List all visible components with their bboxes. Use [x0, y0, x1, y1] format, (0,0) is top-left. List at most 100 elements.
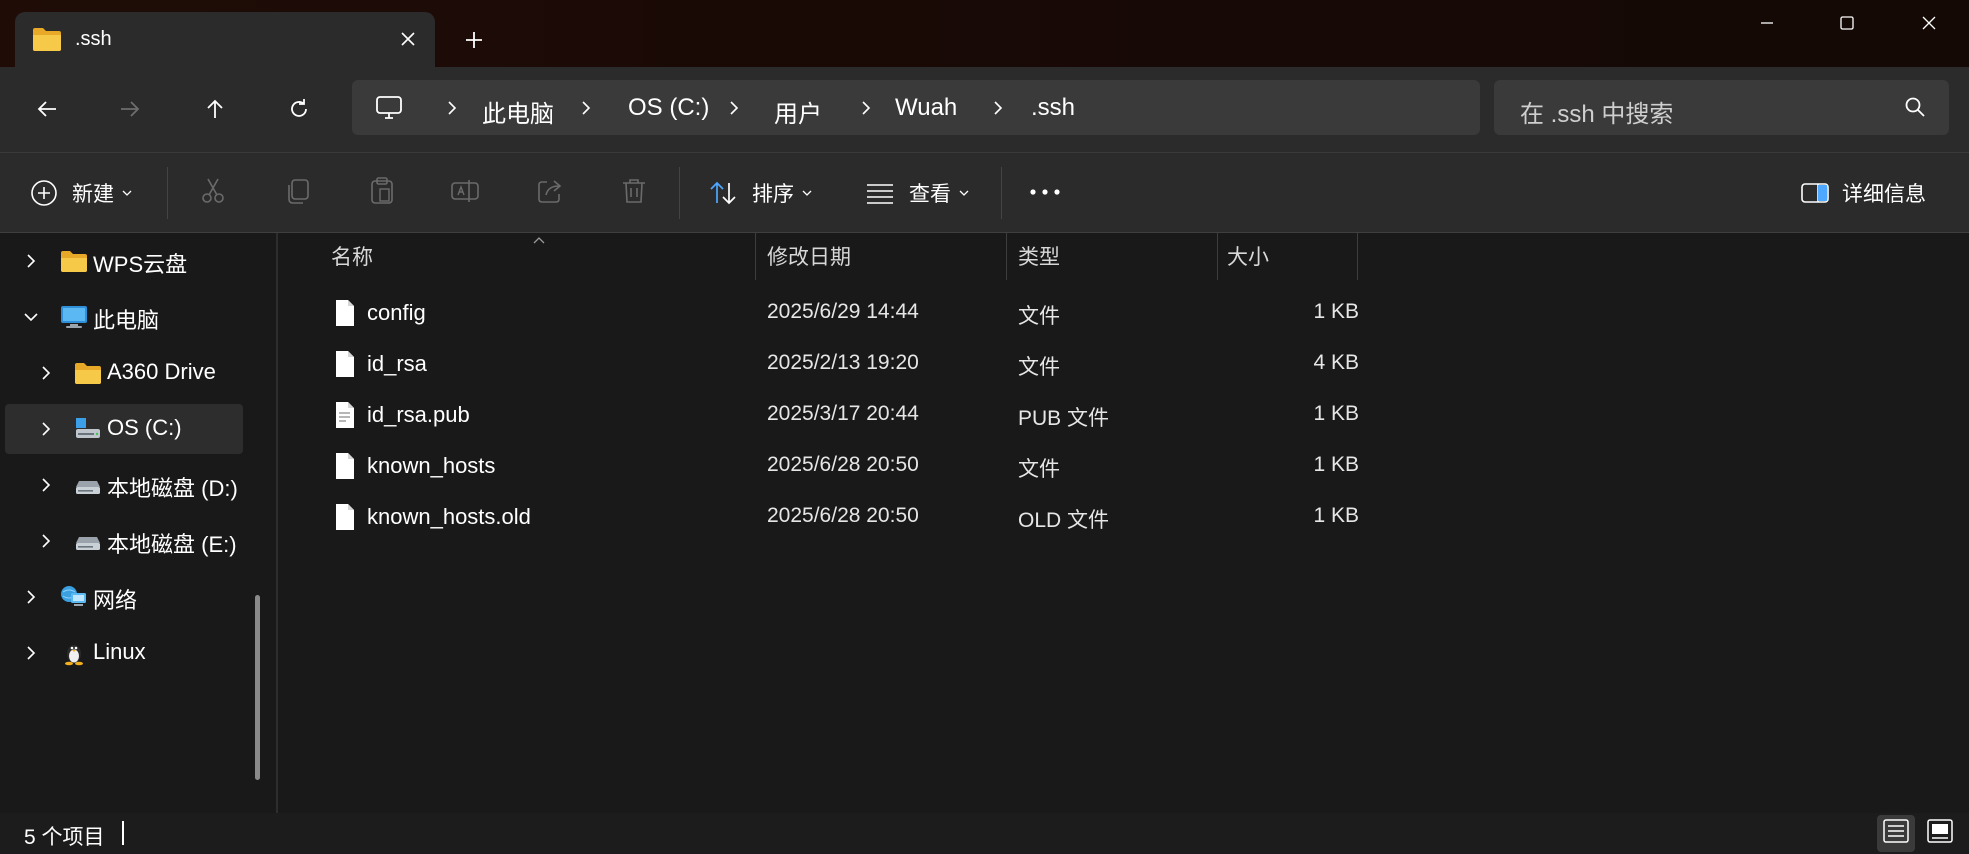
close-icon[interactable]: [395, 26, 421, 52]
delete-button[interactable]: [619, 171, 649, 215]
column-divider[interactable]: [755, 233, 756, 280]
breadcrumb-users[interactable]: 用户: [774, 94, 822, 129]
tree-label: A360 Drive: [107, 359, 216, 384]
more-button[interactable]: [1028, 171, 1062, 215]
refresh-icon[interactable]: [277, 87, 321, 131]
tab-title: .ssh: [75, 28, 112, 50]
chevron-right-icon[interactable]: [23, 589, 39, 605]
share-button[interactable]: [535, 171, 565, 215]
tab-ssh[interactable]: .ssh: [15, 12, 435, 67]
tree-item-linux[interactable]: Linux: [5, 628, 243, 678]
search-icon[interactable]: [1903, 95, 1929, 121]
chevron-right-icon[interactable]: [23, 253, 39, 269]
file-row[interactable]: known_hosts.old 2025/6/28 20:50 OLD 文件 1…: [298, 491, 1638, 542]
search-box[interactable]: 在 .ssh 中搜索: [1494, 80, 1949, 135]
view-label: 查看: [909, 183, 951, 206]
paste-button[interactable]: [367, 171, 397, 215]
column-divider[interactable]: [1217, 233, 1218, 280]
address-bar[interactable]: 此电脑 OS (C:) 用户 Wuah .ssh: [352, 80, 1480, 135]
breadcrumb-wuah[interactable]: Wuah: [895, 94, 957, 122]
plus-icon[interactable]: [458, 24, 490, 56]
details-view-button[interactable]: [1877, 815, 1915, 852]
file-row[interactable]: config 2025/6/29 14:44 文件 1 KB: [298, 287, 1638, 338]
sort-icon: [708, 179, 738, 207]
window-close-icon[interactable]: [1899, 4, 1959, 42]
back-arrow-icon[interactable]: [25, 87, 69, 131]
file-row[interactable]: id_rsa 2025/2/13 19:20 文件 4 KB: [298, 338, 1638, 389]
up-arrow-icon[interactable]: [193, 87, 237, 131]
tree-item-network[interactable]: 网络: [5, 572, 243, 622]
file-size: 1 KB: [1313, 300, 1359, 323]
copy-button[interactable]: [283, 171, 313, 215]
chevron-right-icon[interactable]: [38, 477, 54, 493]
tree-item-local-disk-d[interactable]: 本地磁盘 (D:): [5, 460, 243, 510]
copy-icon: [283, 176, 313, 211]
item-count: 5 个项目: [24, 826, 105, 849]
file-type: 文件: [1018, 356, 1060, 379]
file-icon: [334, 350, 356, 378]
drive-icon: [74, 472, 102, 498]
file-row[interactable]: id_rsa.pub 2025/3/17 20:44 PUB 文件 1 KB: [298, 389, 1638, 440]
column-header-size[interactable]: 大小: [1227, 241, 1269, 271]
navigation-scrollbar[interactable]: [255, 595, 260, 780]
forward-arrow-icon[interactable]: [108, 87, 152, 131]
file-row[interactable]: known_hosts 2025/6/28 20:50 文件 1 KB: [298, 440, 1638, 491]
minimize-icon[interactable]: [1737, 4, 1797, 42]
chevron-right-icon[interactable]: [38, 421, 54, 437]
column-header-date[interactable]: 修改日期: [767, 241, 851, 271]
view-list-icon: [865, 181, 895, 205]
rename-icon: [450, 176, 480, 211]
search-input[interactable]: 在 .ssh 中搜索: [1520, 94, 1673, 129]
details-pane-button[interactable]: 详细信息: [1800, 171, 1926, 215]
tree-item-this-pc[interactable]: 此电脑: [5, 292, 243, 342]
text-file-icon: [334, 401, 356, 429]
toolbar-divider: [167, 167, 168, 219]
new-button[interactable]: 新建: [30, 171, 132, 215]
new-label: 新建: [72, 183, 114, 206]
tree-item-local-disk-e[interactable]: 本地磁盘 (E:): [5, 516, 243, 566]
chevron-right-icon[interactable]: [38, 365, 54, 381]
folder-icon: [32, 26, 62, 52]
title-bar: .ssh: [0, 0, 1969, 67]
file-type: 文件: [1018, 305, 1060, 328]
toolbar-divider: [1001, 167, 1002, 219]
file-name: id_rsa: [367, 351, 427, 376]
chevron-down-icon[interactable]: [23, 309, 39, 325]
breadcrumb-ssh[interactable]: .ssh: [1031, 94, 1075, 122]
chevron-right-icon[interactable]: [23, 645, 39, 661]
details-label: 详细信息: [1842, 183, 1926, 206]
file-size: 4 KB: [1313, 351, 1359, 374]
thumbnail-view-icon: [1927, 819, 1953, 848]
view-button[interactable]: 查看: [865, 171, 969, 215]
thumbnail-view-button[interactable]: [1921, 815, 1959, 852]
tree-item-a360-drive[interactable]: A360 Drive: [5, 348, 243, 398]
tree-item-wps-cloud[interactable]: WPS云盘: [5, 236, 243, 286]
breadcrumb-this-pc[interactable]: 此电脑: [482, 94, 554, 129]
paste-icon: [367, 176, 397, 211]
sort-ascending-icon: [532, 233, 546, 244]
column-divider[interactable]: [1357, 233, 1358, 280]
details-pane-icon: [1800, 181, 1830, 205]
breadcrumb-os-c[interactable]: OS (C:): [628, 94, 709, 122]
chevron-right-icon[interactable]: [38, 533, 54, 549]
file-name: config: [367, 300, 426, 325]
network-icon: [60, 584, 88, 610]
maximize-icon[interactable]: [1817, 4, 1877, 42]
status-bar: 5 个项目: [0, 813, 1969, 854]
file-icon: [334, 452, 356, 480]
system-drive-icon: [74, 416, 102, 442]
tree-label: 此电脑: [93, 308, 160, 333]
tree-item-os-c[interactable]: OS (C:): [5, 404, 243, 454]
column-header-type[interactable]: 类型: [1018, 241, 1060, 271]
file-date: 2025/6/28 20:50: [767, 453, 919, 476]
column-header-name[interactable]: 名称: [331, 241, 373, 271]
column-divider[interactable]: [1006, 233, 1007, 280]
drive-icon: [74, 528, 102, 554]
cut-button[interactable]: [198, 171, 228, 215]
rename-button[interactable]: [450, 171, 480, 215]
navigation-bar: 此电脑 OS (C:) 用户 Wuah .ssh 在 .ssh 中搜索: [0, 67, 1969, 152]
file-size: 1 KB: [1313, 504, 1359, 527]
chevron-right-icon: [856, 98, 876, 118]
sort-button[interactable]: 排序: [708, 171, 812, 215]
file-name: id_rsa.pub: [367, 402, 470, 427]
